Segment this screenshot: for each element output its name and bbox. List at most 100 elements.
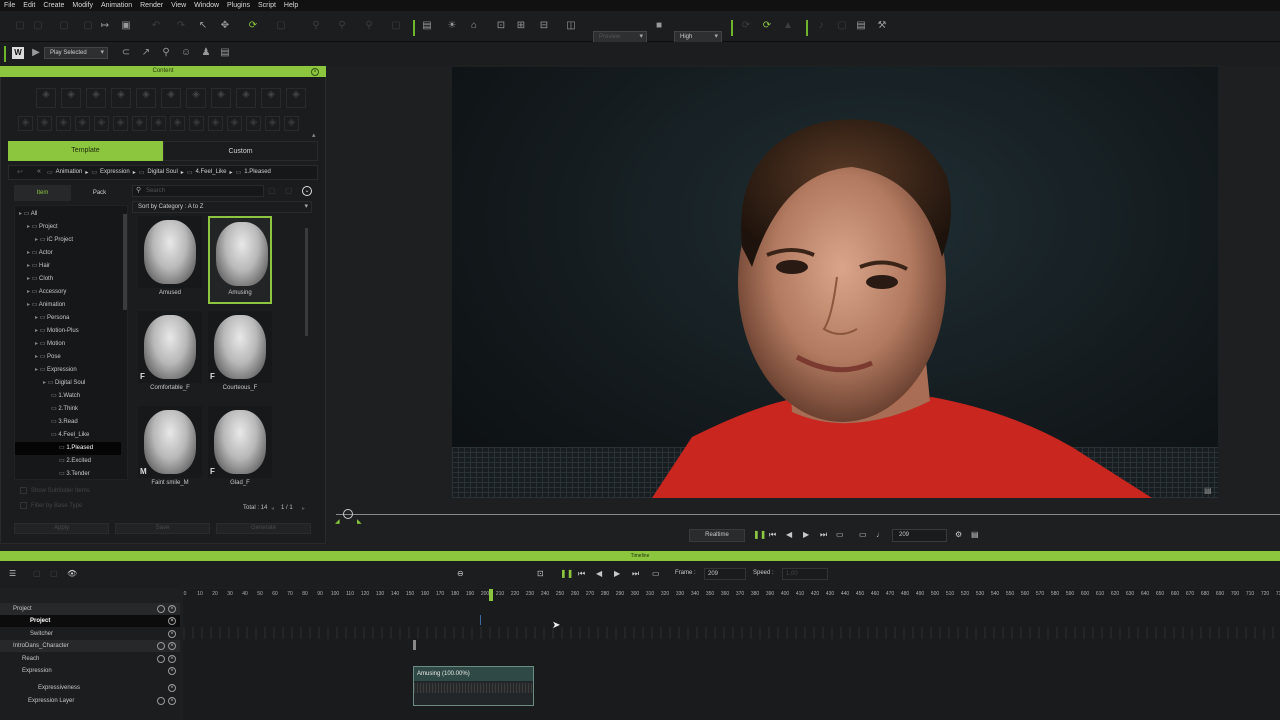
loop-icon[interactable]: ▭ <box>836 530 844 539</box>
users-icon[interactable]: ♟ <box>200 47 212 59</box>
tree-item[interactable]: ▸ ▭ Hair <box>15 260 121 273</box>
track-close-icon[interactable]: × <box>168 667 176 675</box>
rotate-icon[interactable]: ⟳ <box>247 20 259 32</box>
track-close-icon[interactable]: × <box>168 605 176 613</box>
save-button[interactable]: Save <box>115 523 210 534</box>
category-icon[interactable]: ◈ <box>186 88 206 108</box>
category-icon[interactable]: ◈ <box>236 88 256 108</box>
tree-item[interactable]: ▸ ▭ Animation <box>15 299 121 312</box>
tree-item[interactable]: ▸ ▭ Project <box>15 221 121 234</box>
tree-item[interactable]: ▸ ▭ Digital Soul <box>15 377 121 390</box>
breadcrumb-item[interactable]: 4.Feel_Like <box>195 169 226 176</box>
subcategory-icon[interactable]: ◈ <box>18 116 33 131</box>
tree-item[interactable]: ▭ 1.Pleased <box>15 442 121 455</box>
grid-view-icon[interactable]: ▢ <box>285 186 293 195</box>
pause-icon[interactable]: ❚❚ <box>753 530 766 539</box>
scale-icon[interactable]: ▢ <box>275 20 287 32</box>
range-start-marker[interactable]: ◢ <box>335 518 340 525</box>
menu-item-script[interactable]: Script <box>258 2 276 9</box>
car-icon[interactable]: ⊂ <box>120 47 132 59</box>
tl-frame-input[interactable]: 209 <box>704 568 746 580</box>
range-end-marker[interactable]: ◣ <box>357 518 362 525</box>
open-icon[interactable]: ▢ <box>32 20 44 32</box>
tree-item[interactable]: ▭ 2.Think <box>15 403 121 416</box>
motion-path-icon[interactable]: ↗ <box>140 47 152 59</box>
home-icon[interactable]: ⌂ <box>468 20 480 32</box>
tree-item[interactable]: ▸ ▭ Cloth <box>15 273 121 286</box>
track-row[interactable]: Expression × <box>0 665 180 677</box>
tree-item[interactable]: ▭ 1.Watch <box>15 390 121 403</box>
track-area[interactable] <box>183 603 1280 720</box>
track-close-icon[interactable]: × <box>168 697 176 705</box>
item-thumbnail[interactable]: F <box>138 311 202 383</box>
play-icon[interactable]: ▶ <box>30 47 42 59</box>
puppet-icon[interactable]: ⚲ <box>160 47 172 59</box>
tree-item[interactable]: ▸ ▭ Accessory <box>15 286 121 299</box>
subcategory-icon[interactable]: ◈ <box>113 116 128 131</box>
import-icon[interactable]: ▢ <box>82 20 94 32</box>
menu-item-help[interactable]: Help <box>284 2 298 9</box>
expression-clip[interactable]: Amusing (100.00%) <box>413 666 534 706</box>
save-icon[interactable]: ▢ <box>58 20 70 32</box>
subcategory-icon[interactable]: ◈ <box>56 116 71 131</box>
tree-item[interactable]: ▭ 4.Feel_Like <box>15 429 121 442</box>
tree-item[interactable]: ▸ ▭ Persona <box>15 312 121 325</box>
fit-icon[interactable]: ⊡ <box>495 20 507 32</box>
last-frame-icon[interactable]: ⏭ <box>820 530 827 540</box>
subcategory-icon[interactable]: ◈ <box>37 116 52 131</box>
tl-first-frame-icon[interactable]: ⏮ <box>578 569 585 579</box>
tree-item[interactable]: ▭ 3.Read <box>15 416 121 429</box>
track-row[interactable]: Expression Layer × <box>0 695 180 707</box>
category-icon[interactable]: ◈ <box>161 88 181 108</box>
subcategory-icon[interactable]: ◈ <box>189 116 204 131</box>
music-icon[interactable]: ♩ <box>876 530 884 539</box>
render-icon[interactable]: ▣ <box>120 20 132 32</box>
notes-icon[interactable]: ▤ <box>219 47 231 59</box>
track-row[interactable]: Reach × <box>0 653 180 665</box>
tree-scrollbar[interactable] <box>123 214 127 310</box>
viewport-info-icon[interactable]: ▤ <box>1204 486 1212 495</box>
track-list-icon[interactable]: ☰ <box>9 569 16 578</box>
timeline-ruler[interactable]: 0 10 20 30 40 50 60 70 80 90 100 110 120 130 140 150 160… <box>183 589 1280 603</box>
track-row[interactable]: Expressiveness × <box>0 682 180 694</box>
subcategory-icon[interactable]: ◈ <box>151 116 166 131</box>
menu-item-view[interactable]: View <box>171 2 186 9</box>
zoom-out-icon[interactable]: ⊖ <box>457 569 464 578</box>
category-icon[interactable]: ◈ <box>36 88 56 108</box>
tree-item[interactable]: ▸ ▭ Expression <box>15 364 121 377</box>
tab-pack[interactable]: Pack <box>71 185 128 201</box>
track-close-icon[interactable]: × <box>168 642 176 650</box>
new-icon[interactable]: ▢ <box>14 20 26 32</box>
tab-item[interactable]: Item <box>14 185 71 201</box>
generate-button[interactable]: Generate <box>216 523 311 534</box>
options-icon[interactable]: ⌄ <box>302 186 312 196</box>
track-close-icon[interactable]: × <box>168 630 176 638</box>
track-close-icon[interactable]: × <box>168 655 176 663</box>
category-icon[interactable]: ◈ <box>86 88 106 108</box>
first-frame-icon[interactable]: ⏮ <box>769 530 776 540</box>
apply-button[interactable]: Apply <box>14 523 109 534</box>
link-icon[interactable]: ⚲ <box>310 20 322 32</box>
export-icon[interactable]: ↦ <box>99 20 111 32</box>
subcategory-icon[interactable]: ◈ <box>227 116 242 131</box>
tl-last-frame-icon[interactable]: ⏭ <box>632 569 639 579</box>
track-row[interactable]: Project × <box>0 615 180 627</box>
scrub-track[interactable] <box>336 514 1280 515</box>
search-input[interactable]: Search <box>146 188 165 194</box>
track-close-icon[interactable]: × <box>168 684 176 692</box>
menu-item-modify[interactable]: Modify <box>72 2 93 9</box>
list-view-icon[interactable]: ▢ <box>268 186 276 195</box>
display-icon[interactable]: ◫ <box>565 20 577 32</box>
align-icon[interactable]: ⚲ <box>363 20 375 32</box>
search-box[interactable]: ⚲ Search <box>132 185 264 197</box>
item-grid-scrollbar[interactable] <box>305 228 308 336</box>
collapse-icon[interactable]: ▴ <box>312 131 316 139</box>
back-icon[interactable]: ↩ <box>17 168 23 176</box>
camera-switch-icon[interactable]: ▢ <box>836 20 848 32</box>
page-next-icon[interactable]: ▸ <box>302 505 305 512</box>
breadcrumb-item[interactable]: Expression <box>100 169 130 176</box>
tl-next-frame-icon[interactable]: ▶ <box>614 569 620 578</box>
track-row[interactable]: Project × <box>0 603 180 615</box>
tree-item[interactable]: ▸ ▭ Actor <box>15 247 121 260</box>
subcategory-icon[interactable]: ◈ <box>132 116 147 131</box>
